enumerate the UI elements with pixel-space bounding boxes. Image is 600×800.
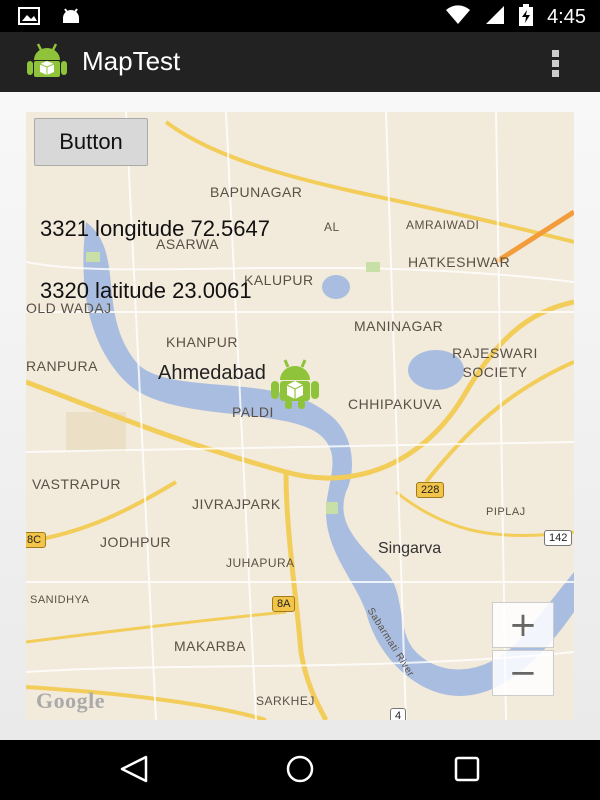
- app-title: MapTest: [82, 46, 181, 76]
- place-label-makarba: MAKARBA: [174, 638, 246, 654]
- home-icon[interactable]: [284, 754, 316, 788]
- content-area: BAPUNAGAR AMRAIWADI AL ASARWA HATKESHWAR…: [0, 92, 600, 740]
- place-label-hatkeshwar: HATKESHWAR: [408, 254, 511, 270]
- place-label-piplaj: PIPLAJ: [486, 506, 526, 518]
- map-button[interactable]: Button: [34, 118, 148, 166]
- place-label-sarkhej: SARKHEJ: [256, 694, 315, 708]
- wifi-icon: [445, 5, 471, 29]
- road-shield-8c: 8C: [26, 532, 47, 548]
- action-bar: MapTest: [0, 32, 600, 92]
- road-shield-4: 4: [390, 708, 407, 720]
- road-shield-142: 142: [544, 530, 573, 546]
- place-label-sanidhya: SANIDHYA: [30, 594, 90, 606]
- place-label-singarva: Singarva: [378, 540, 442, 557]
- map-view[interactable]: BAPUNAGAR AMRAIWADI AL ASARWA HATKESHWAR…: [26, 112, 574, 720]
- status-time: 4:45: [547, 5, 586, 28]
- place-label-jodhpur: JODHPUR: [100, 534, 172, 550]
- road-shield-228: 228: [416, 482, 445, 498]
- google-logo: Google: [36, 688, 105, 713]
- place-label-amraiwadi: AMRAIWADI: [406, 218, 480, 232]
- status-bar: 4:45: [0, 0, 600, 32]
- city-label: Ahmedabad: [158, 362, 266, 384]
- image-icon: [18, 7, 40, 29]
- zoom-in-button[interactable]: +: [492, 602, 554, 648]
- longitude-text: 3321 longitude 72.5647: [40, 216, 270, 241]
- place-label-juhapura: JUHAPURA: [226, 556, 295, 570]
- recents-icon[interactable]: [452, 754, 482, 788]
- place-label-sakhal: AL: [324, 220, 340, 234]
- place-label-chhipakuva: CHHIPAKUVA: [348, 396, 442, 412]
- place-label-paldi: PALDI: [232, 404, 274, 420]
- zoom-out-button[interactable]: −: [492, 650, 554, 696]
- place-label-jivrajpark: JIVRAJPARK: [192, 496, 281, 512]
- android-icon: [26, 42, 68, 86]
- road-shield-8a: 8A: [272, 596, 296, 612]
- place-label-bapunagar: BAPUNAGAR: [210, 184, 303, 200]
- back-icon[interactable]: [118, 754, 150, 788]
- android-marker-icon[interactable]: [270, 358, 320, 414]
- latitude-text: 3320 latitude 23.0061: [40, 278, 252, 303]
- place-label-vastrapur: VASTRAPUR: [32, 476, 122, 492]
- overflow-menu-icon[interactable]: [552, 50, 560, 80]
- android-debug-icon: [60, 6, 82, 30]
- place-label-khanpur: KHANPUR: [166, 334, 238, 350]
- battery-charging-icon: [519, 4, 534, 30]
- place-label-rajeswari-society: RAJESWARI SOCIETY: [452, 345, 538, 380]
- place-label-maninagar: MANINAGAR: [354, 318, 444, 334]
- navigation-bar: [0, 740, 600, 800]
- place-label-kalupur: KALUPUR: [244, 272, 314, 288]
- signal-icon: [485, 5, 505, 29]
- place-label-ranpura: RANPURA: [26, 358, 98, 374]
